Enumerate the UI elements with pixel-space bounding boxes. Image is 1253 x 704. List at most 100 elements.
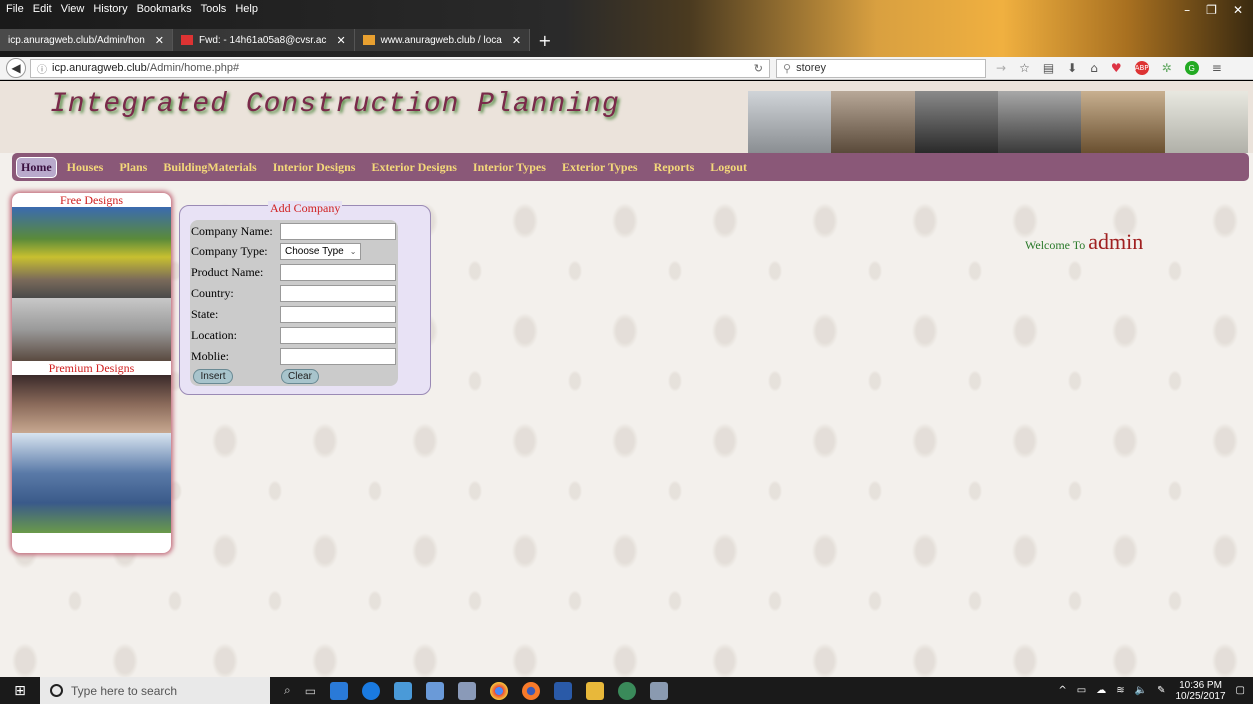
nav-building-materials[interactable]: BuildingMaterials xyxy=(155,157,264,178)
tab-icp-admin[interactable]: icp.anuragweb.club/Admin/hon ✕ xyxy=(0,29,173,51)
chevron-up-icon[interactable]: ^ xyxy=(1058,685,1066,696)
windows-start-icon[interactable]: ⊞ xyxy=(0,677,40,704)
notification-icon[interactable]: ▢ xyxy=(1236,685,1245,696)
minimize-icon[interactable]: – xyxy=(1184,3,1190,17)
grammarly-icon[interactable]: G xyxy=(1184,61,1199,75)
taskbar-search-placeholder: Type here to search xyxy=(71,683,178,698)
location-input[interactable] xyxy=(280,326,396,344)
location-label: Location: xyxy=(191,327,237,342)
main-nav: Home Houses Plans BuildingMaterials Inte… xyxy=(12,153,1249,181)
go-arrow-icon[interactable]: → xyxy=(996,61,1006,75)
home-icon[interactable]: ⌂ xyxy=(1090,61,1098,75)
tab-mail[interactable]: Fwd: - 14h61a05a8@cvsr.ac ✕ xyxy=(172,29,355,51)
country-input[interactable] xyxy=(280,284,396,302)
store-icon[interactable] xyxy=(394,681,413,700)
close-icon[interactable]: ✕ xyxy=(336,34,345,47)
welcome-message: Welcome To admin xyxy=(1025,229,1143,255)
wifi-icon[interactable]: ≋ xyxy=(1116,685,1124,696)
cloud-icon[interactable]: ☁ xyxy=(1096,685,1106,696)
premium-design-image-villa[interactable] xyxy=(12,433,171,533)
nav-houses[interactable]: Houses xyxy=(59,157,112,178)
nav-plans[interactable]: Plans xyxy=(111,157,155,178)
nav-logout[interactable]: Logout xyxy=(702,157,755,178)
nav-exterior-designs[interactable]: Exterior Designs xyxy=(363,157,464,178)
hamburger-menu-icon[interactable]: ≡ xyxy=(1212,61,1222,75)
tab-strip: icp.anuragweb.club/Admin/hon ✕ Fwd: - 14… xyxy=(0,29,559,51)
file-explorer-icon[interactable] xyxy=(586,681,605,700)
state-label: State: xyxy=(191,306,219,321)
firefox-icon[interactable] xyxy=(522,681,541,700)
reading-list-icon[interactable]: ▤ xyxy=(1043,61,1054,75)
word-icon[interactable] xyxy=(554,681,573,700)
phpmyadmin-icon xyxy=(362,35,375,45)
volume-icon[interactable]: 🔈 xyxy=(1135,685,1147,696)
nav-exterior-types[interactable]: Exterior Types xyxy=(554,157,646,178)
reload-icon[interactable]: ↻ xyxy=(754,62,763,75)
company-type-label: Company Type: xyxy=(191,243,268,258)
download-icon[interactable]: ⬇ xyxy=(1067,61,1077,75)
close-icon[interactable]: ✕ xyxy=(512,34,521,47)
row-product-name: Product Name: xyxy=(191,263,397,281)
tab-phpmyadmin[interactable]: www.anuragweb.club / loca ✕ xyxy=(354,29,531,51)
url-bar[interactable]: ⓘ icp.anuragweb.club/Admin/home.php# ↻ xyxy=(30,58,770,78)
adblock-icon[interactable]: ABP xyxy=(1134,61,1149,75)
premium-design-image-lounge[interactable] xyxy=(12,375,171,433)
product-name-label: Product Name: xyxy=(191,264,264,279)
insert-button[interactable]: Insert xyxy=(193,369,233,384)
sidebar: Free Designs Premium Designs xyxy=(12,193,171,553)
nav-reports[interactable]: Reports xyxy=(646,157,703,178)
microphone-icon[interactable]: ⌕ xyxy=(284,683,291,698)
product-name-input[interactable] xyxy=(280,263,396,281)
menu-view[interactable]: View xyxy=(61,3,85,15)
menu-help[interactable]: Help xyxy=(235,3,258,15)
menu-file[interactable]: File xyxy=(6,3,24,15)
app-icon-1[interactable] xyxy=(330,681,349,700)
menu-history[interactable]: History xyxy=(93,3,127,15)
bookmark-star-icon[interactable]: ☆ xyxy=(1019,61,1030,75)
nav-home[interactable]: Home xyxy=(16,156,57,178)
cortana-icon xyxy=(50,684,63,697)
chrome-icon[interactable] xyxy=(490,681,509,700)
close-icon[interactable]: ✕ xyxy=(155,34,164,47)
restore-icon[interactable]: ❐ xyxy=(1206,3,1217,17)
edge-icon[interactable] xyxy=(362,681,381,700)
app-icon-4[interactable] xyxy=(618,681,637,700)
state-input[interactable] xyxy=(280,305,396,323)
mobile-input[interactable] xyxy=(280,347,396,365)
nav-interior-types[interactable]: Interior Types xyxy=(465,157,554,178)
app-icon-2[interactable] xyxy=(426,681,445,700)
company-type-value: Choose Type xyxy=(285,245,344,257)
menu-bookmarks[interactable]: Bookmarks xyxy=(137,3,192,15)
close-window-icon[interactable]: ✕ xyxy=(1233,3,1243,17)
pocket-icon[interactable]: ♥ xyxy=(1111,61,1122,75)
taskbar-search-box[interactable]: Type here to search xyxy=(40,677,270,704)
search-value: storey xyxy=(796,62,827,74)
battery-icon[interactable]: ▭ xyxy=(1077,685,1086,696)
back-arrow-icon[interactable]: ◀ xyxy=(6,58,26,78)
clear-button[interactable]: Clear xyxy=(281,369,319,384)
company-type-select[interactable]: Choose Type ⌄ xyxy=(280,242,361,260)
clock[interactable]: 10:36 PM 10/25/2017 xyxy=(1175,680,1225,702)
app-icon-5[interactable] xyxy=(650,681,669,700)
nav-interior-designs[interactable]: Interior Designs xyxy=(265,157,364,178)
free-design-image-house[interactable] xyxy=(12,207,171,298)
search-icon: ⚲ xyxy=(783,61,792,75)
menu-edit[interactable]: Edit xyxy=(33,3,52,15)
row-mobile: Moblie: xyxy=(191,347,397,365)
new-tab-button[interactable]: + xyxy=(530,29,559,51)
extension-icon[interactable]: ✲ xyxy=(1162,61,1172,75)
pen-icon[interactable]: ✎ xyxy=(1157,685,1165,696)
info-icon[interactable]: ⓘ xyxy=(37,61,47,76)
company-name-label: Company Name: xyxy=(191,223,273,238)
window-controls: – ❐ ✕ xyxy=(1184,3,1243,17)
task-view-icon[interactable]: ▭ xyxy=(305,684,316,698)
company-name-input[interactable] xyxy=(280,222,396,240)
free-designs-title: Free Designs xyxy=(60,193,123,207)
free-design-image-office[interactable] xyxy=(12,298,171,361)
menu-tools[interactable]: Tools xyxy=(201,3,227,15)
search-input[interactable]: ⚲ storey xyxy=(776,58,986,78)
toolbar-icons: → ☆ ▤ ⬇ ⌂ ♥ ABP ✲ G ≡ xyxy=(996,61,1222,75)
row-company-name: Company Name: xyxy=(191,222,397,240)
tab-title: icp.anuragweb.club/Admin/hon xyxy=(8,34,145,46)
app-icon-3[interactable] xyxy=(458,681,477,700)
